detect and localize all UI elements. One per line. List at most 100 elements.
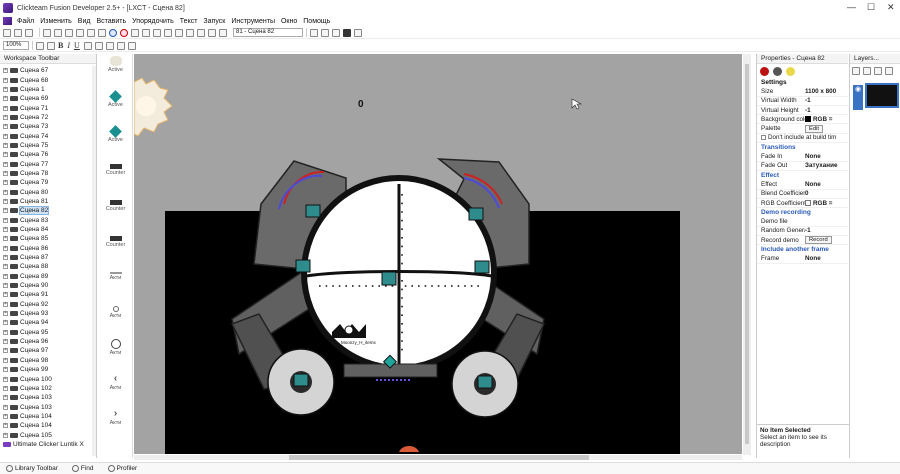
profiler-tab[interactable]: Profiler <box>107 465 137 472</box>
tree-item-frame[interactable]: + Сцена 85 <box>0 234 92 243</box>
color-swatch[interactable] <box>805 199 811 206</box>
menu-insert[interactable]: Вставить <box>93 18 129 25</box>
palette-item[interactable]: Акти <box>98 272 133 281</box>
expand-icon[interactable]: + <box>3 208 8 214</box>
palette-item[interactable]: Counter <box>98 200 133 212</box>
menu-help[interactable]: Помощь <box>300 18 333 25</box>
palette-item[interactable]: ‹ Акти <box>98 374 133 392</box>
score-counter[interactable]: 0 <box>358 99 364 110</box>
expand-icon[interactable]: + <box>3 432 8 438</box>
underline-button[interactable]: U <box>74 41 80 50</box>
menu-arrange[interactable]: Упорядочить <box>129 18 177 25</box>
tree-item-frame[interactable]: + Сцена 104 <box>0 421 92 430</box>
expand-icon[interactable]: + <box>3 152 8 158</box>
expand-icon[interactable]: + <box>3 142 8 148</box>
tree-item-frame[interactable]: + Сцена 88 <box>0 262 92 271</box>
expand-icon[interactable]: + <box>3 348 8 354</box>
undo-icon[interactable] <box>43 28 51 37</box>
tree-item-frame[interactable]: + Сцена 76 <box>0 150 92 159</box>
expand-icon[interactable]: + <box>3 367 8 373</box>
zoom-select[interactable]: 100% <box>3 41 29 50</box>
prop-effect[interactable]: Effect None <box>757 180 848 190</box>
prop-virtual-width[interactable]: Virtual Width -1 <box>757 97 848 106</box>
tree-item-frame[interactable]: + Сцена 103 <box>0 402 92 411</box>
align-center-icon[interactable] <box>94 41 103 50</box>
tree-item-frame[interactable]: + Сцена 90 <box>0 281 92 290</box>
tree-item-frame[interactable]: + Сцена 86 <box>0 244 92 253</box>
open-icon[interactable] <box>14 28 22 37</box>
tree-item-frame[interactable]: + Сцена 89 <box>0 272 92 281</box>
expand-icon[interactable]: + <box>3 385 8 391</box>
frame-editor-icon[interactable] <box>164 28 172 37</box>
active-object-marker[interactable] <box>305 204 321 218</box>
layer-down-icon[interactable] <box>885 67 893 75</box>
active-object-marker[interactable] <box>293 373 309 387</box>
palette-item[interactable]: Active <box>98 125 133 143</box>
prop-frame[interactable]: Frame None <box>757 255 848 264</box>
expand-icon[interactable]: + <box>3 105 8 111</box>
align-right-icon[interactable] <box>105 41 114 50</box>
active-object-marker[interactable] <box>468 207 484 221</box>
expand-icon[interactable]: + <box>3 404 8 410</box>
data-elements-icon[interactable] <box>197 28 205 37</box>
expand-icon[interactable]: + <box>3 189 8 195</box>
editor-horizontal-scrollbar[interactable] <box>134 455 742 460</box>
minimize-button[interactable]: — <box>847 2 856 12</box>
tree-item-frame[interactable]: + Сцена 99 <box>0 365 92 374</box>
tree-item-frame[interactable]: + Сцена 1 <box>0 85 92 94</box>
save-icon[interactable] <box>25 28 33 37</box>
expand-icon[interactable]: + <box>3 357 8 363</box>
prop-random[interactable]: Random Generat -1 <box>757 227 848 237</box>
tree-item-frame[interactable]: + Сцена 98 <box>0 356 92 365</box>
active-object-marker[interactable] <box>474 260 490 274</box>
expand-icon[interactable]: + <box>3 227 8 233</box>
italic-button[interactable]: I <box>67 41 70 50</box>
delete-icon[interactable] <box>98 28 106 37</box>
tree-item-frame[interactable]: + Сцена 104 <box>0 412 92 421</box>
paste-icon[interactable] <box>87 28 95 37</box>
tree-item-frame[interactable]: + Сцена 67 <box>0 66 92 75</box>
expand-icon[interactable]: + <box>3 301 8 307</box>
tree-item-frame[interactable]: + Сцена 79 <box>0 178 92 187</box>
active-object-marker[interactable] <box>381 271 397 286</box>
tree-item-frame[interactable]: + Сцена 69 <box>0 94 92 103</box>
layer-thumbnail[interactable] <box>865 83 899 108</box>
event-list-icon[interactable] <box>186 28 194 37</box>
event-editor-icon[interactable] <box>175 28 183 37</box>
text-color-icon[interactable] <box>47 41 55 50</box>
palette-item[interactable]: › Акти <box>98 409 133 427</box>
prop-rgb[interactable]: RGB Coefficient RGB = <box>757 199 848 209</box>
frame-select[interactable]: 81 - Сцена 82 <box>233 28 303 37</box>
tree-item-frame[interactable]: + Сцена 100 <box>0 374 92 383</box>
palette-item[interactable]: Counter <box>98 236 133 248</box>
menu-run[interactable]: Запуск <box>200 18 228 25</box>
prop-blend[interactable]: Blend Coefficient 0 <box>757 190 848 199</box>
tree-item-frame[interactable]: + Сцена 82 <box>0 206 92 216</box>
expand-icon[interactable]: + <box>3 329 8 335</box>
maximize-button[interactable]: ☐ <box>867 2 875 13</box>
close-button[interactable]: ✕ <box>887 2 895 13</box>
checkbox-icon[interactable] <box>310 28 318 37</box>
tree-item-frame[interactable]: + Сцена 74 <box>0 131 92 140</box>
expand-icon[interactable]: + <box>3 255 8 261</box>
find-tab[interactable]: Find <box>71 465 94 472</box>
object-order-icon[interactable] <box>321 28 329 37</box>
color-swatch[interactable] <box>805 116 811 123</box>
expand-icon[interactable]: + <box>3 77 8 83</box>
palette-item[interactable]: Counter <box>98 164 133 176</box>
new-layer-icon[interactable] <box>852 67 860 75</box>
menu-text[interactable]: Текст <box>177 18 201 25</box>
tree-item-frame[interactable]: + Сцена 105 <box>0 430 92 439</box>
dont-include-checkbox[interactable] <box>761 135 766 141</box>
editor-vertical-scrollbar[interactable] <box>743 54 751 455</box>
expand-icon[interactable]: + <box>3 217 8 223</box>
expand-icon[interactable]: + <box>3 133 8 139</box>
workspace-scrollbar[interactable] <box>92 66 96 456</box>
library-toolbar-tab[interactable]: Library Toolbar <box>6 465 58 472</box>
tree-item-frame[interactable]: + Сцена 78 <box>0 169 92 178</box>
menu-window[interactable]: Окно <box>278 18 300 25</box>
menu-edit[interactable]: Изменить <box>37 18 75 25</box>
zoom-icon[interactable] <box>127 41 136 50</box>
palette-item[interactable]: Акти <box>98 306 133 319</box>
prop-fade-out[interactable]: Fade Out Затухание <box>757 162 848 171</box>
